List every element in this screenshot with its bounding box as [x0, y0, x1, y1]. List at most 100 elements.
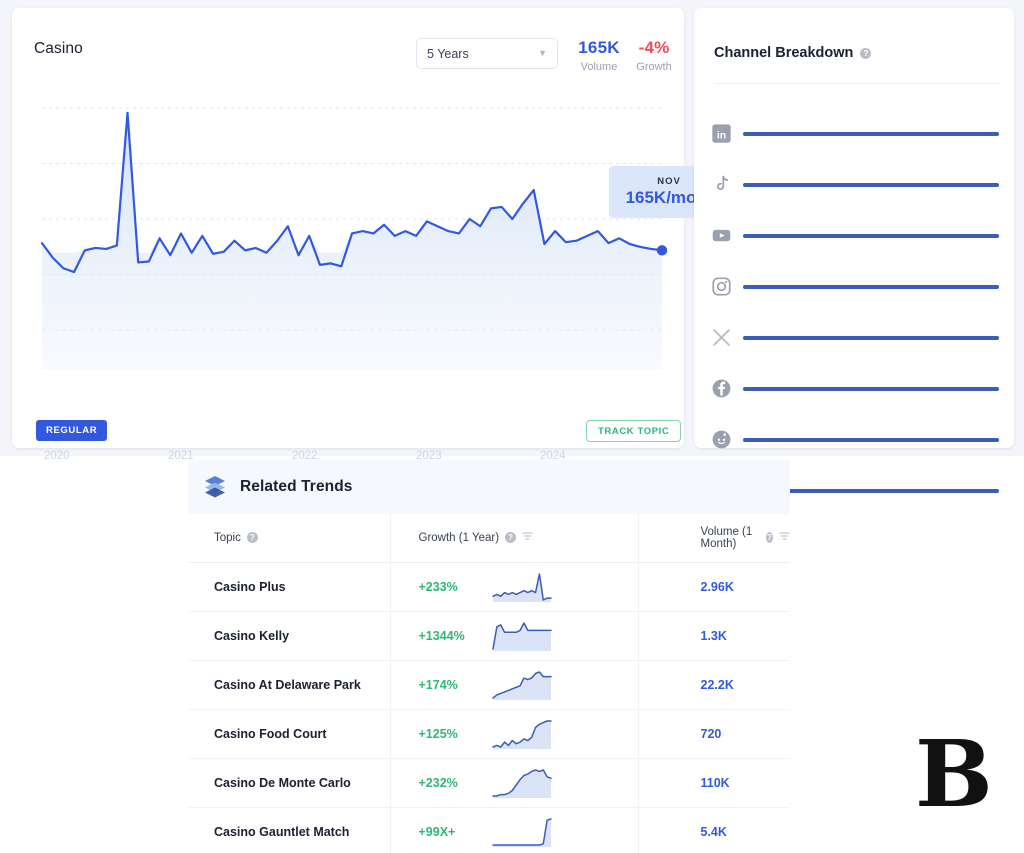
tooltip-value: 165K/mo [625, 188, 697, 207]
topic-name: Casino Food Court [214, 726, 327, 741]
instagram-icon [708, 274, 734, 300]
cell-growth: +233% [390, 562, 639, 612]
chevron-down-icon: ▼ [538, 48, 547, 58]
topic-name: Casino Kelly [214, 628, 290, 643]
table-row[interactable]: Casino At Delaware Park +174% 22.2K [188, 660, 790, 710]
growth-value: +99X+ [418, 824, 456, 839]
help-icon[interactable]: ? [765, 532, 773, 544]
help-icon[interactable]: ? [246, 532, 258, 544]
cell-volume: 110K [638, 758, 790, 808]
cell-topic: Casino Food Court [188, 709, 391, 759]
trend-chart-svg [40, 107, 668, 370]
channel-row[interactable] [694, 210, 1014, 261]
table-row[interactable]: Casino Food Court +125% 720 [188, 709, 790, 759]
table-row[interactable]: Casino Plus +233% 2.96K [188, 562, 790, 612]
cell-topic: Casino Gauntlet Match [188, 807, 391, 853]
cell-volume: 5.4K [638, 807, 790, 853]
sparkline [491, 817, 552, 847]
regular-button[interactable]: REGULAR [36, 420, 108, 441]
table-body: Casino Plus +233% 2.96K Casino Kelly +1344% 1… [188, 562, 790, 853]
growth-label: Growth [636, 61, 672, 73]
column-header-topic[interactable]: Topic ? [188, 514, 391, 563]
growth-value: +233% [418, 579, 458, 594]
channel-bar [743, 437, 999, 442]
track-topic-button[interactable]: TRACK TOPIC [586, 420, 682, 442]
help-icon[interactable]: ? [860, 47, 872, 59]
channel-bar [743, 233, 999, 238]
channel-row[interactable] [694, 261, 1014, 312]
channel-breakdown-title: Channel Breakdown ? [714, 45, 872, 61]
time-range-value: 5 Years [427, 46, 469, 61]
volume-value: 720 [700, 726, 722, 741]
column-label: Topic [214, 531, 241, 544]
topic-name: Casino Gauntlet Match [214, 824, 350, 839]
x-twitter-icon [708, 325, 734, 351]
column-label: Volume (1 Month) [700, 525, 753, 550]
channel-breakdown-label: Channel Breakdown [714, 45, 854, 61]
x-tick-label: 2020 [44, 450, 70, 462]
facebook-icon [708, 376, 734, 402]
volume-value: 1.3K [700, 628, 727, 643]
volume-value: 22.2K [700, 677, 734, 692]
growth-value: +125% [418, 726, 458, 741]
help-icon[interactable]: ? [505, 532, 517, 544]
channel-breakdown-card: Channel Breakdown ? in [694, 8, 1014, 500]
time-range-select[interactable]: 5 Years ▼ [416, 38, 558, 69]
topic-name: Casino At Delaware Park [214, 677, 361, 692]
cell-topic: Casino At Delaware Park [188, 660, 391, 710]
cell-volume: 22.2K [638, 660, 790, 710]
table-header-row: Topic ? Growth (1 Year) ? Volume (1 Mont… [188, 514, 790, 563]
sparkline [491, 670, 552, 700]
related-trends-card: Related Trends Topic ? Growth (1 Year) ? [188, 460, 790, 853]
channel-row[interactable] [694, 363, 1014, 414]
sparkline [491, 572, 552, 602]
cell-topic: Casino Plus [188, 562, 391, 612]
channel-row[interactable] [694, 312, 1014, 363]
channel-row[interactable]: in [694, 108, 1014, 159]
chart-endpoint-dot [656, 245, 668, 256]
volume-label: Volume [580, 61, 618, 73]
volume-stat: 165K Volume [574, 38, 624, 73]
filter-icon[interactable] [522, 531, 533, 545]
cell-volume: 2.96K [638, 562, 790, 612]
growth-value: -4% [638, 38, 670, 57]
layers-icon [202, 472, 228, 503]
sparkline [491, 621, 552, 651]
growth-stat: -4% Growth [632, 38, 676, 73]
trend-card-header: Casino 5 Years ▼ 165K Volume -4% Growth [12, 8, 684, 86]
growth-value: +1344% [418, 628, 465, 643]
divider [714, 83, 999, 84]
table-row[interactable]: Casino Gauntlet Match +99X+ 5.4K [188, 807, 790, 853]
volume-value: 5.4K [700, 824, 727, 839]
sparkline [491, 768, 552, 798]
channel-row[interactable] [694, 414, 1014, 465]
cell-volume: 720 [638, 709, 790, 759]
filter-icon[interactable] [779, 531, 790, 545]
table-row[interactable]: Casino De Monte Carlo +232% 110K [188, 758, 790, 808]
cell-growth: +174% [390, 660, 639, 710]
cell-volume: 1.3K [638, 611, 790, 661]
table-row[interactable]: Casino Kelly +1344% 1.3K [188, 611, 790, 661]
page-title: Casino [34, 40, 83, 57]
cell-growth: +99X+ [390, 807, 639, 853]
channel-bar [743, 182, 999, 187]
svg-text:in: in [716, 129, 725, 141]
growth-value: +174% [418, 677, 458, 692]
topic-name: Casino De Monte Carlo [214, 775, 351, 790]
cell-topic: Casino De Monte Carlo [188, 758, 391, 808]
cell-growth: +125% [390, 709, 639, 759]
volume-value: 110K [700, 775, 730, 790]
linkedin-icon: in [708, 121, 734, 147]
column-header-volume[interactable]: Volume (1 Month) ? [638, 514, 790, 563]
boston-globe-logo: B [915, 720, 993, 828]
page-root: Casino 5 Years ▼ 165K Volume -4% Growth [0, 0, 1024, 853]
cell-growth: +232% [390, 758, 639, 808]
sparkline [491, 719, 552, 749]
related-trends-table: Topic ? Growth (1 Year) ? Volume (1 Mont… [188, 514, 790, 853]
volume-value: 2.96K [700, 579, 734, 594]
channel-bar [743, 335, 999, 340]
trend-chart[interactable]: 2020 2021 2022 2023 2024 [12, 88, 684, 462]
tooltip-month: NOV [657, 176, 681, 187]
channel-row[interactable] [694, 159, 1014, 210]
column-header-growth[interactable]: Growth (1 Year) ? [390, 514, 639, 563]
